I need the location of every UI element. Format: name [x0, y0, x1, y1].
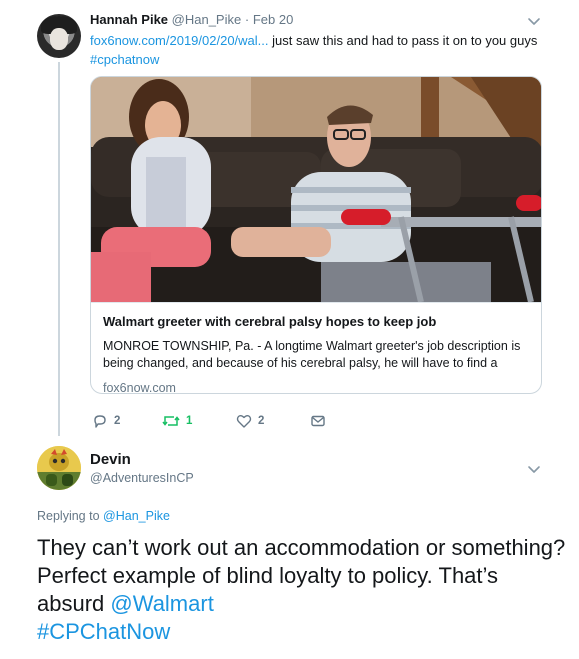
avatar[interactable] — [37, 14, 81, 58]
retweet-icon — [162, 416, 180, 426]
card-domain: fox6now.com — [103, 381, 176, 394]
reply-icon — [94, 415, 106, 428]
like-icon — [236, 415, 252, 428]
replying-label: Replying to — [37, 509, 100, 523]
reply-action[interactable]: 2 — [92, 412, 120, 430]
retweet-count: 1 — [186, 415, 193, 427]
hashtag-link[interactable]: #cpchatnow — [90, 52, 159, 67]
tweet-header: Hannah Pike @Han_Pike · Feb 20 — [90, 12, 293, 27]
like-action[interactable]: 2 — [236, 412, 264, 430]
replying-handle-link[interactable]: @Han_Pike — [103, 509, 170, 523]
card-title: Walmart greeter with cerebral palsy hope… — [103, 314, 437, 329]
card-photo — [91, 77, 541, 302]
card-image[interactable] — [91, 77, 541, 302]
dm-action[interactable] — [310, 412, 326, 430]
card-description: MONROE TOWNSHIP, Pa. - A longtime Walmar… — [103, 339, 521, 370]
tweet-text: fox6now.com/2019/02/20/wal... just saw t… — [90, 31, 560, 69]
avatar-image — [37, 446, 81, 490]
like-count: 2 — [258, 415, 265, 427]
hashtag-link[interactable]: #CPChatNow — [37, 619, 170, 644]
tweet-link[interactable]: fox6now.com/2019/02/20/wal... — [90, 33, 269, 48]
author-name[interactable]: Devin — [90, 451, 131, 468]
chevron-down-icon[interactable] — [527, 14, 541, 28]
author-handle[interactable]: @AdventuresInCP — [90, 471, 194, 485]
mention-link[interactable]: @Walmart — [110, 591, 213, 616]
tweet-text: They can’t work out an accommodation or … — [37, 534, 567, 646]
author-name[interactable]: Hannah Pike — [90, 12, 168, 27]
tweet-hannah-pike[interactable]: Hannah Pike @Han_Pike · Feb 20 fox6now.c… — [0, 0, 579, 440]
reply-count: 2 — [114, 415, 121, 427]
author-handle[interactable]: @Han_Pike — [172, 12, 242, 27]
avatar[interactable] — [37, 446, 81, 490]
card-body[interactable]: Walmart greeter with cerebral palsy hope… — [91, 302, 541, 394]
replying-to: Replying to @Han_Pike — [37, 509, 170, 523]
dm-icon — [311, 415, 325, 427]
tweet-body: just saw this and had to pass it on to y… — [272, 33, 538, 48]
tweet-date[interactable]: Feb 20 — [253, 12, 293, 27]
retweet-action[interactable]: 1 — [162, 412, 192, 430]
chevron-down-icon[interactable] — [527, 462, 541, 476]
link-preview-card[interactable]: Walmart greeter with cerebral palsy hope… — [90, 76, 542, 394]
separator: · — [244, 12, 250, 27]
